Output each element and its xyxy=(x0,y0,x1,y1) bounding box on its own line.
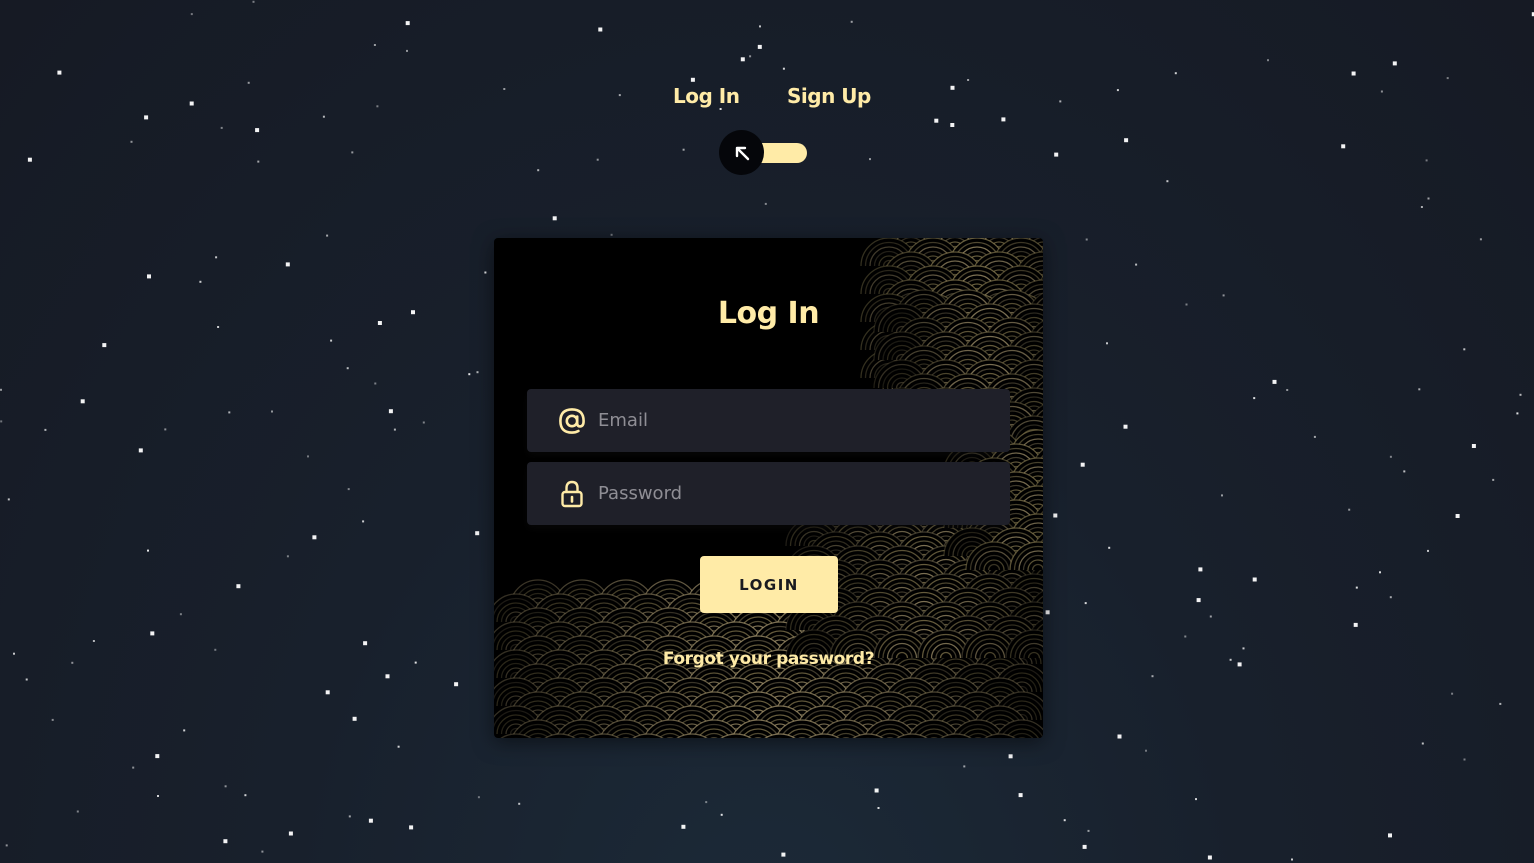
password-input[interactable] xyxy=(598,462,998,525)
signup-mode-label[interactable]: Sign Up xyxy=(787,84,871,108)
card-title: Log In xyxy=(717,296,820,331)
email-input[interactable] xyxy=(598,389,998,452)
login-card: Log In LOGIN Forgot your password? xyxy=(494,238,1043,738)
forgot-password-link[interactable]: Forgot your password? xyxy=(494,649,1043,669)
email-field xyxy=(527,389,1010,452)
login-mode-label[interactable]: Log In xyxy=(673,84,740,108)
lock-icon xyxy=(555,477,589,511)
at-sign-icon xyxy=(555,404,589,438)
arrow-up-left-icon xyxy=(735,146,749,160)
password-field xyxy=(527,462,1010,525)
mode-toggle-knob[interactable] xyxy=(719,130,764,175)
login-button[interactable]: LOGIN xyxy=(700,556,838,613)
